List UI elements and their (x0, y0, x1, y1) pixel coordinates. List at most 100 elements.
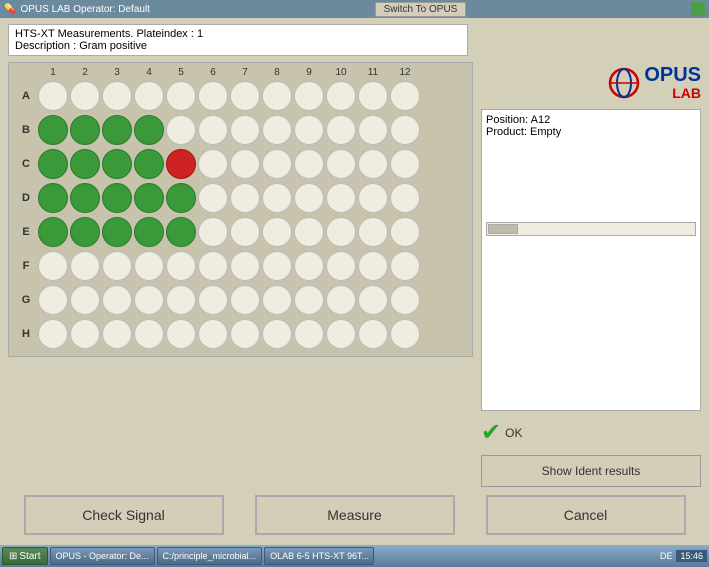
well-G11[interactable] (358, 285, 388, 315)
well-H11[interactable] (358, 319, 388, 349)
taskbar-item-principle[interactable]: C:/principle_microbial... (157, 547, 263, 565)
check-signal-button[interactable]: Check Signal (24, 495, 224, 535)
taskbar-item-opus[interactable]: OPUS - Operator: De... (50, 547, 155, 565)
well-F1[interactable] (38, 251, 68, 281)
well-D4[interactable] (134, 183, 164, 213)
well-D12[interactable] (390, 183, 420, 213)
well-E12[interactable] (390, 217, 420, 247)
well-H4[interactable] (134, 319, 164, 349)
well-A8[interactable] (262, 81, 292, 111)
well-C7[interactable] (230, 149, 260, 179)
well-G2[interactable] (70, 285, 100, 315)
well-H5[interactable] (166, 319, 196, 349)
show-ident-button[interactable]: Show Ident results (481, 455, 701, 487)
well-G10[interactable] (326, 285, 356, 315)
well-H2[interactable] (70, 319, 100, 349)
well-D2[interactable] (70, 183, 100, 213)
well-E9[interactable] (294, 217, 324, 247)
well-E10[interactable] (326, 217, 356, 247)
well-E11[interactable] (358, 217, 388, 247)
well-G3[interactable] (102, 285, 132, 315)
well-G7[interactable] (230, 285, 260, 315)
well-F7[interactable] (230, 251, 260, 281)
well-H3[interactable] (102, 319, 132, 349)
well-E6[interactable] (198, 217, 228, 247)
scrollbar-area[interactable] (486, 222, 696, 236)
well-B9[interactable] (294, 115, 324, 145)
well-A1[interactable] (38, 81, 68, 111)
measure-button[interactable]: Measure (255, 495, 455, 535)
well-B6[interactable] (198, 115, 228, 145)
well-D6[interactable] (198, 183, 228, 213)
well-E7[interactable] (230, 217, 260, 247)
well-B8[interactable] (262, 115, 292, 145)
well-B1[interactable] (38, 115, 68, 145)
well-B2[interactable] (70, 115, 100, 145)
well-F6[interactable] (198, 251, 228, 281)
well-H1[interactable] (38, 319, 68, 349)
well-H7[interactable] (230, 319, 260, 349)
well-A9[interactable] (294, 81, 324, 111)
well-B7[interactable] (230, 115, 260, 145)
scrollbar-thumb[interactable] (488, 224, 518, 234)
well-E2[interactable] (70, 217, 100, 247)
well-A4[interactable] (134, 81, 164, 111)
well-H6[interactable] (198, 319, 228, 349)
well-C9[interactable] (294, 149, 324, 179)
well-H9[interactable] (294, 319, 324, 349)
well-G9[interactable] (294, 285, 324, 315)
well-C5[interactable] (166, 149, 196, 179)
well-G1[interactable] (38, 285, 68, 315)
well-C8[interactable] (262, 149, 292, 179)
well-B3[interactable] (102, 115, 132, 145)
well-H10[interactable] (326, 319, 356, 349)
well-B11[interactable] (358, 115, 388, 145)
well-H12[interactable] (390, 319, 420, 349)
well-D5[interactable] (166, 183, 196, 213)
switch-opus-button[interactable]: Switch To OPUS (375, 2, 467, 17)
well-A6[interactable] (198, 81, 228, 111)
well-F9[interactable] (294, 251, 324, 281)
well-E3[interactable] (102, 217, 132, 247)
start-button[interactable]: ⊞ Start (2, 547, 48, 565)
well-B10[interactable] (326, 115, 356, 145)
well-A7[interactable] (230, 81, 260, 111)
well-D9[interactable] (294, 183, 324, 213)
well-A5[interactable] (166, 81, 196, 111)
horizontal-scrollbar[interactable] (486, 222, 696, 236)
well-B4[interactable] (134, 115, 164, 145)
well-E8[interactable] (262, 217, 292, 247)
well-A3[interactable] (102, 81, 132, 111)
well-C1[interactable] (38, 149, 68, 179)
cancel-button[interactable]: Cancel (486, 495, 686, 535)
well-G8[interactable] (262, 285, 292, 315)
well-G5[interactable] (166, 285, 196, 315)
well-H8[interactable] (262, 319, 292, 349)
well-F5[interactable] (166, 251, 196, 281)
well-F12[interactable] (390, 251, 420, 281)
well-G4[interactable] (134, 285, 164, 315)
taskbar-item-olab[interactable]: OLAB 6-5 HTS-XT 96T... (264, 547, 374, 565)
well-E4[interactable] (134, 217, 164, 247)
well-F2[interactable] (70, 251, 100, 281)
well-D11[interactable] (358, 183, 388, 213)
well-C12[interactable] (390, 149, 420, 179)
well-F4[interactable] (134, 251, 164, 281)
well-D8[interactable] (262, 183, 292, 213)
well-C6[interactable] (198, 149, 228, 179)
well-C4[interactable] (134, 149, 164, 179)
well-D1[interactable] (38, 183, 68, 213)
well-A11[interactable] (358, 81, 388, 111)
well-C10[interactable] (326, 149, 356, 179)
well-F11[interactable] (358, 251, 388, 281)
well-G6[interactable] (198, 285, 228, 315)
well-E1[interactable] (38, 217, 68, 247)
well-A10[interactable] (326, 81, 356, 111)
well-D7[interactable] (230, 183, 260, 213)
well-B5[interactable] (166, 115, 196, 145)
well-B12[interactable] (390, 115, 420, 145)
well-A12[interactable] (390, 81, 420, 111)
well-E5[interactable] (166, 217, 196, 247)
well-C3[interactable] (102, 149, 132, 179)
well-G12[interactable] (390, 285, 420, 315)
